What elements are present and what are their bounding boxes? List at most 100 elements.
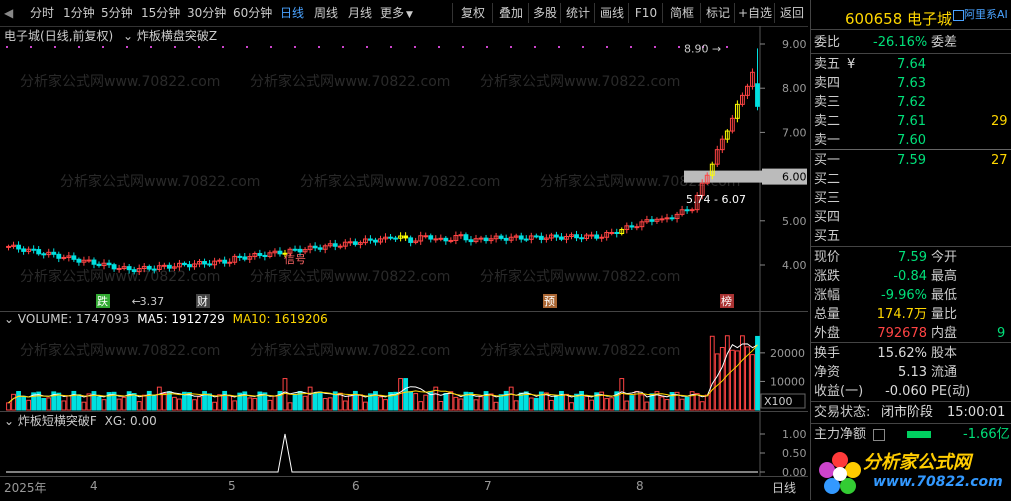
tab-period-30min[interactable]: 30分钟 — [187, 4, 226, 22]
weibi-value: -26.16% — [873, 35, 928, 50]
candle-body — [347, 241, 353, 244]
candle-body — [71, 255, 77, 260]
finance-stat-row: 收益(一) -0.060 PE(动) — [811, 382, 1011, 401]
candle-body — [689, 209, 695, 212]
overlay-button[interactable]: 叠加 — [492, 3, 529, 23]
stat-value: 15.62% — [877, 346, 927, 361]
tab-period-fenshi[interactable]: 分时 — [30, 4, 54, 22]
volume-bar — [171, 396, 177, 411]
volume-bar — [438, 400, 444, 411]
candle-body — [76, 258, 82, 263]
buy-level-row[interactable]: 买四 — [811, 208, 1011, 227]
tab-period-daily[interactable]: 日线 — [280, 4, 304, 22]
date-label-month: 6 — [352, 479, 360, 493]
candlestick-pane[interactable]: 分析家公式网www.70822.com 分析家公式网www.70822.com … — [0, 26, 808, 311]
tab-period-15min[interactable]: 15分钟 — [141, 4, 180, 22]
volume-bar — [322, 398, 328, 411]
logo-url: www.70822.com — [873, 474, 1003, 490]
signal-dot — [246, 46, 248, 48]
candle-body — [257, 253, 263, 256]
volume-bar — [498, 394, 504, 411]
volume-bar — [378, 396, 383, 411]
candle-body — [227, 261, 233, 264]
candle-body — [634, 226, 640, 229]
signal-dot — [462, 46, 464, 48]
buy-level-row[interactable]: 买五 — [811, 227, 1011, 246]
volume-bar — [302, 395, 308, 411]
volume-bar — [679, 398, 685, 411]
period-indicator: 日线 — [772, 481, 797, 495]
candle-body — [116, 267, 122, 270]
candle-body — [161, 264, 167, 267]
level-price: 7.63 — [897, 76, 926, 91]
buy-level-row[interactable]: 买二 — [811, 170, 1011, 189]
stat-label: 涨跌 — [814, 269, 841, 284]
candle-body — [599, 236, 605, 239]
add-favorite-button[interactable]: +自选 — [734, 3, 775, 23]
volume-bar — [750, 354, 755, 411]
mark-button[interactable]: 标记 — [700, 3, 735, 23]
candle-body — [755, 83, 760, 107]
indicator-pane[interactable]: ⌄ 炸板短横突破F XG: 0.00 1.00 0.50 0.00 — [0, 411, 808, 477]
volume-bar — [584, 395, 589, 411]
sell-level-row[interactable]: 卖二 7.61 29 — [811, 112, 1011, 131]
simple-frame-button[interactable]: 简框 — [662, 3, 701, 23]
buy-level-row[interactable]: 买三 — [811, 189, 1011, 208]
sell-level-row[interactable]: 卖四 7.63 — [811, 74, 1011, 93]
tab-period-1min[interactable]: 1分钟 — [63, 4, 95, 22]
back-button[interactable]: 返回 — [774, 3, 809, 23]
candle-body — [242, 256, 248, 260]
sell-level-row[interactable]: 卖五 ¥7.64 — [811, 55, 1011, 74]
sell-level-row[interactable]: 卖三 7.62 — [811, 93, 1011, 112]
menu-arrow-icon[interactable]: ◀ — [4, 4, 13, 22]
tab-period-more[interactable]: 更多 ▼ — [380, 4, 413, 22]
candle-body — [41, 253, 47, 256]
sell-level-row[interactable]: 卖一 7.60 — [811, 131, 1011, 150]
candle-body — [146, 265, 152, 270]
calendar-icon[interactable] — [873, 429, 885, 441]
candle-body — [131, 269, 137, 273]
stat-label-2: 流通 — [931, 365, 958, 380]
volume-bar — [217, 394, 223, 411]
stock-code: 600658 — [845, 10, 903, 28]
stat-value: 7.59 — [898, 250, 927, 265]
stat-value: -9.96% — [881, 288, 927, 303]
volume-bar — [81, 401, 87, 411]
divider — [811, 149, 1011, 150]
volume-pane[interactable]: 分析家公式网www.70822.com 分析家公式网www.70822.com … — [0, 311, 808, 412]
candle-body — [403, 235, 409, 239]
candle-body — [151, 268, 157, 271]
volume-bar — [554, 395, 559, 411]
volume-bar — [232, 400, 238, 411]
signal-dot — [414, 46, 416, 48]
y-tick-label: 10000 — [770, 375, 805, 388]
candle-body — [373, 239, 378, 243]
tab-period-5min[interactable]: 5分钟 — [101, 4, 133, 22]
fuquan-button[interactable]: 复权 — [452, 3, 493, 23]
candle-chart-svg: 9.00 8.00 7.00 6.00 5.00 4.00 3.37← 8.90 → 5.74 -… — [6, 26, 807, 311]
level-label: 卖三 — [814, 95, 841, 110]
tab-period-60min[interactable]: 60分钟 — [233, 4, 272, 22]
volume-bar — [659, 396, 665, 411]
stat-value: 5.13 — [898, 365, 927, 380]
stat-label-2: 量比 — [931, 307, 958, 322]
tab-period-monthly[interactable]: 月线 — [348, 4, 372, 22]
candle-body — [106, 262, 112, 266]
multi-stock-button[interactable]: 多股 — [528, 3, 561, 23]
volume-bar — [337, 392, 343, 411]
ali-ai-link[interactable]: 阿里系AI — [953, 6, 1008, 22]
candle-body — [277, 250, 283, 255]
f10-button[interactable]: F10 — [628, 3, 663, 23]
volume-bar — [609, 397, 615, 411]
buy-level-row[interactable]: 买一 7.59 27 — [811, 151, 1011, 170]
net-bar — [907, 431, 931, 438]
tab-period-weekly[interactable]: 周线 — [314, 4, 338, 22]
stat-value: -0.84 — [893, 269, 927, 284]
volume-bar — [362, 401, 368, 411]
arrow-right-icon: → — [712, 42, 721, 55]
draw-line-button[interactable]: 画线 — [594, 3, 629, 23]
stat-label: 外盘 — [814, 326, 841, 341]
volume-bar — [136, 401, 142, 411]
volume-bar — [478, 396, 484, 411]
stats-button[interactable]: 统计 — [560, 3, 595, 23]
